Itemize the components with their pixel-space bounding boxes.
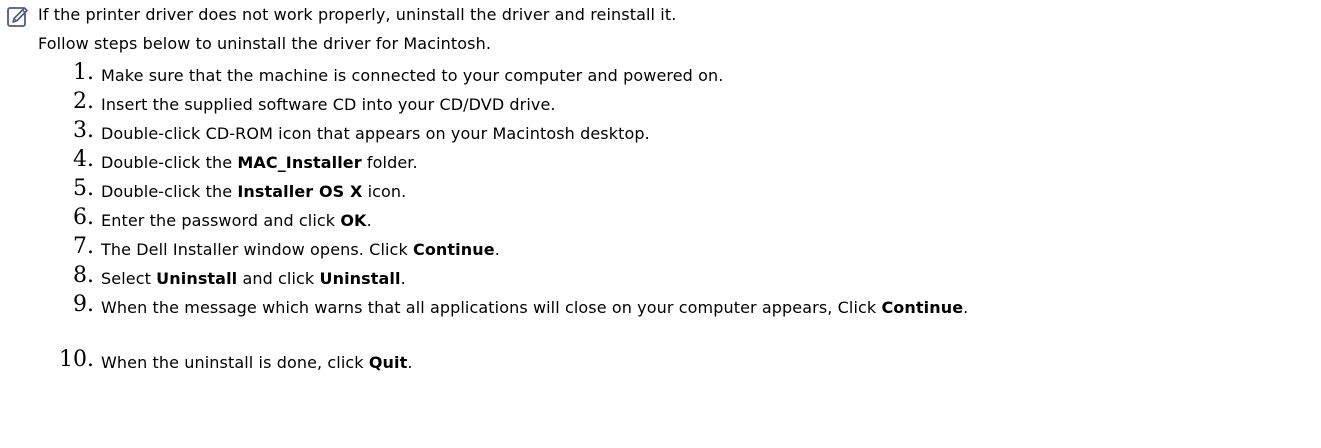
- list-item: 2. Insert the supplied software CD into y…: [0, 89, 1321, 118]
- step-text: Make sure that the machine is connected …: [101, 63, 1311, 89]
- step-text: When the uninstall is done, click Quit.: [101, 350, 1311, 376]
- list-item: 6. Enter the password and click OK.: [0, 205, 1321, 234]
- step-text: The Dell Installer window opens. Click C…: [101, 237, 1311, 263]
- step-text-part: icon.: [362, 182, 407, 201]
- step-text-part: Enter the password and click: [101, 211, 341, 230]
- step-text: When the message which warns that all ap…: [101, 295, 1311, 321]
- step-text-part: .: [407, 353, 413, 372]
- step-text-part: Make sure that the machine is connected …: [101, 66, 724, 85]
- step-text: Insert the supplied software CD into you…: [101, 92, 1311, 118]
- list-item: 7. The Dell Installer window opens. Click…: [0, 234, 1321, 263]
- step-text-part: Double-click CD-ROM icon that appears on…: [101, 124, 650, 143]
- list-item: 9. When the message which warns that all …: [0, 292, 1321, 347]
- step-number: 5.: [73, 176, 94, 201]
- step-text-part: The Dell Installer window opens. Click: [101, 240, 413, 259]
- step-number: 6.: [73, 205, 94, 230]
- step-text-part: .: [494, 240, 500, 259]
- step-text-part: .: [366, 211, 372, 230]
- step-bold-term: OK: [340, 211, 367, 230]
- step-bold-term: Installer OS X: [237, 182, 363, 201]
- step-text-part: Double-click the: [101, 182, 238, 201]
- list-item: 8. Select Uninstall and click Uninstall.: [0, 263, 1321, 292]
- step-text-part: When the uninstall is done, click: [101, 353, 369, 372]
- intro-text: Follow steps below to uninstall the driv…: [38, 34, 492, 53]
- step-text-part: When the message which warns that all ap…: [101, 298, 882, 317]
- list-item: 10. When the uninstall is done, click Qui…: [0, 347, 1321, 376]
- step-text-part: .: [963, 298, 969, 317]
- note-text: If the printer driver does not work prop…: [38, 5, 677, 24]
- step-bold-term: Uninstall: [319, 269, 401, 288]
- step-number: 4.: [73, 147, 94, 172]
- list-item: 3. Double-click CD-ROM icon that appears …: [0, 118, 1321, 147]
- help-page: If the printer driver does not work prop…: [0, 0, 1321, 448]
- list-item: 5. Double-click the Installer OS X icon.: [0, 176, 1321, 205]
- note-pencil-icon: [6, 5, 30, 29]
- list-item: 4. Double-click the MAC_Installer folder.: [0, 147, 1321, 176]
- step-bold-term: Continue: [413, 240, 495, 259]
- step-text-part: .: [400, 269, 406, 288]
- step-bold-term: MAC_Installer: [237, 153, 362, 172]
- step-text-part: Insert the supplied software CD into you…: [101, 95, 556, 114]
- list-item: 1. Make sure that the machine is connecte…: [0, 60, 1321, 89]
- step-text: Select Uninstall and click Uninstall.: [101, 266, 1311, 292]
- step-number: 3.: [73, 118, 94, 143]
- step-number: 9.: [73, 292, 94, 317]
- step-number: 2.: [73, 89, 94, 114]
- step-bold-term: Continue: [881, 298, 964, 317]
- step-text: Double-click the Installer OS X icon.: [101, 179, 1311, 205]
- step-number: 7.: [73, 234, 94, 259]
- steps-list: 1. Make sure that the machine is connecte…: [0, 60, 1321, 376]
- step-number: 1.: [73, 60, 94, 85]
- step-bold-term: Quit: [368, 353, 408, 372]
- step-text-part: and click: [237, 269, 320, 288]
- step-number: 8.: [73, 263, 94, 288]
- step-bold-term: Uninstall: [156, 269, 238, 288]
- step-text: Double-click the MAC_Installer folder.: [101, 150, 1311, 176]
- step-text-part: folder.: [361, 153, 418, 172]
- step-text: Double-click CD-ROM icon that appears on…: [101, 121, 1311, 147]
- step-text-part: Double-click the: [101, 153, 238, 172]
- step-text: Enter the password and click OK.: [101, 208, 1311, 234]
- step-text-part: Select: [101, 269, 157, 288]
- step-number: 10.: [59, 347, 94, 372]
- note-block: If the printer driver does not work prop…: [6, 5, 676, 29]
